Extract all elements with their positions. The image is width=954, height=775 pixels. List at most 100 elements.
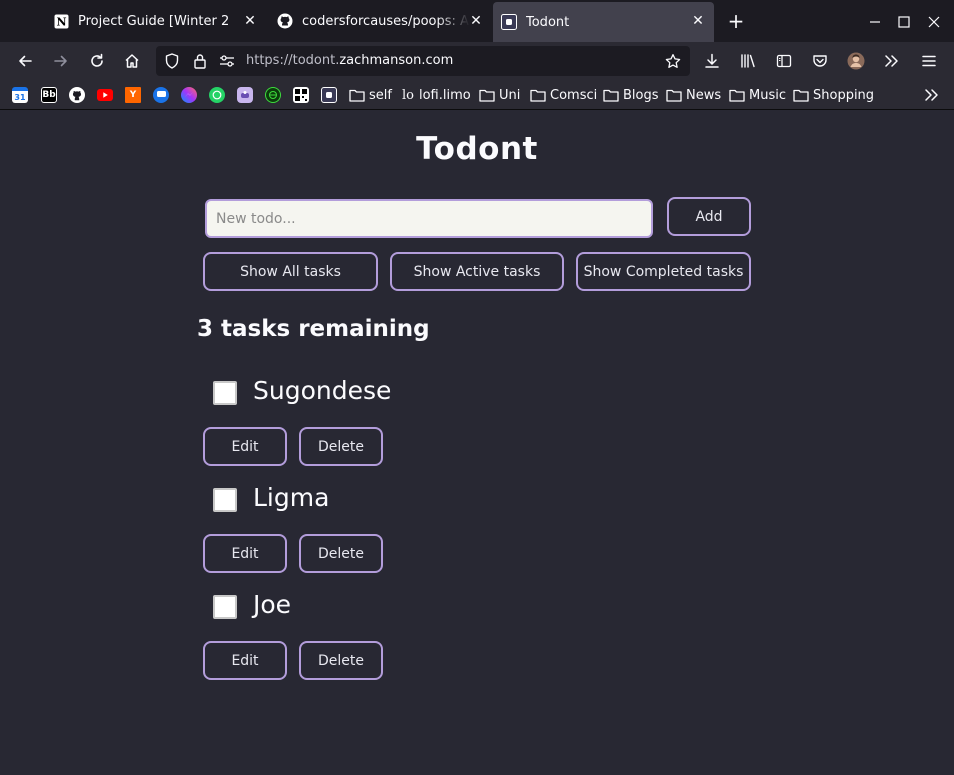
bookmark-label: Music — [749, 87, 786, 103]
downloads-icon[interactable] — [700, 49, 724, 73]
bookmark-star-icon[interactable] — [665, 53, 681, 69]
edit-button[interactable]: Edit — [203, 427, 287, 466]
library-icon[interactable] — [736, 49, 760, 73]
close-window-icon[interactable] — [922, 10, 946, 34]
bookmark-folder-self[interactable]: self — [349, 87, 392, 103]
bookmark-folder-shopping[interactable]: Shopping — [793, 87, 874, 103]
notion-icon: N — [53, 13, 69, 29]
url-bar[interactable]: https://todont.zachmanson.com — [156, 46, 690, 76]
todont-icon — [321, 87, 337, 103]
todont-bookmark[interactable] — [321, 87, 337, 103]
delete-button[interactable]: Delete — [299, 534, 383, 573]
hacker-news-bookmark[interactable]: Y — [125, 87, 141, 103]
app-icon — [237, 87, 253, 103]
maximize-icon[interactable] — [892, 10, 916, 34]
github-icon — [69, 87, 85, 103]
reload-icon[interactable] — [85, 49, 109, 73]
task-checkbox[interactable] — [213, 381, 237, 405]
delete-button[interactable]: Delete — [299, 641, 383, 680]
shield-icon[interactable] — [164, 53, 180, 69]
folder-icon — [479, 89, 495, 102]
svg-text:N: N — [56, 15, 66, 28]
messenger-icon — [181, 87, 197, 103]
crypto-bookmark[interactable] — [265, 87, 281, 103]
lofi-icon: lo — [402, 87, 414, 103]
bookmark-folder-uni[interactable]: Uni — [479, 87, 520, 103]
bookmark-label: Blogs — [623, 87, 659, 103]
tab-title: codersforcauses/poops: A pro — [302, 13, 470, 29]
chat-bubble-icon — [153, 87, 169, 103]
messages-bookmark[interactable] — [153, 87, 169, 103]
bookmark-label: Uni — [499, 87, 521, 103]
todont-icon — [501, 14, 517, 30]
delete-button[interactable]: Delete — [299, 427, 383, 466]
bookmark-lofi-limo[interactable]: lo lofi.limo — [402, 87, 471, 103]
overflow-chevrons-icon[interactable] — [880, 49, 904, 73]
task-checkbox[interactable] — [213, 595, 237, 619]
blackboard-bookmark[interactable]: Bb — [41, 87, 57, 103]
whatsapp-bookmark[interactable] — [209, 87, 225, 103]
lock-icon[interactable] — [192, 53, 208, 69]
bookmark-folder-comsci[interactable]: Comsci — [530, 87, 597, 103]
forward-arrow-icon[interactable] — [49, 49, 73, 73]
new-todo-input[interactable] — [205, 199, 653, 238]
youtube-icon — [97, 87, 113, 103]
calendar-icon: 31 — [12, 87, 28, 103]
task-label[interactable]: Sugondese — [253, 376, 391, 405]
show-completed-tasks-button[interactable]: Show Completed tasks — [576, 252, 751, 291]
edit-button[interactable]: Edit — [203, 534, 287, 573]
bookmark-label: Shopping — [813, 87, 875, 103]
folder-icon — [349, 89, 365, 102]
url-text[interactable]: https://todont.zachmanson.com — [246, 53, 453, 68]
task-label[interactable]: Ligma — [253, 483, 329, 512]
home-icon[interactable] — [120, 49, 144, 73]
tab-project-guide[interactable]: N Project Guide [Winter 2022] ✕ — [44, 0, 266, 42]
edit-button[interactable]: Edit — [203, 641, 287, 680]
close-tab-icon[interactable]: ✕ — [468, 13, 484, 29]
tasks-remaining-heading: 3 tasks remaining — [197, 316, 430, 342]
youtube-bookmark[interactable] — [97, 87, 113, 103]
bookmark-folder-music[interactable]: Music — [729, 87, 786, 103]
github-icon — [277, 13, 293, 29]
minimize-icon[interactable] — [863, 10, 887, 34]
account-avatar-icon[interactable] — [844, 49, 868, 73]
bookmarks-toolbar: 31 Bb Y self lo lofi.limo Uni Comsci Blo… — [0, 80, 954, 110]
add-button[interactable]: Add — [667, 197, 751, 236]
tab-title: Todont — [526, 14, 570, 30]
github-bookmark[interactable] — [69, 87, 85, 103]
y-combinator-icon: Y — [125, 87, 141, 103]
folder-icon — [603, 89, 619, 102]
folder-icon — [530, 89, 546, 102]
pocket-icon[interactable] — [808, 49, 832, 73]
permissions-icon[interactable] — [219, 53, 235, 69]
close-tab-icon[interactable]: ✕ — [242, 13, 258, 29]
bookmark-label: News — [686, 87, 722, 103]
show-active-tasks-button[interactable]: Show Active tasks — [390, 252, 564, 291]
task-label[interactable]: Joe — [253, 590, 291, 619]
globe-icon — [265, 87, 281, 103]
app-bookmark[interactable] — [237, 87, 253, 103]
new-tab-plus-icon[interactable]: + — [724, 10, 748, 34]
page-title: Todont — [416, 131, 538, 167]
sidebar-icon[interactable] — [772, 49, 796, 73]
close-tab-icon[interactable]: ✕ — [690, 13, 706, 29]
bookmarks-overflow-chevrons-icon[interactable] — [924, 87, 940, 103]
bookmark-folder-blogs[interactable]: Blogs — [603, 87, 659, 103]
bookmark-folder-news[interactable]: News — [666, 87, 721, 103]
qr-bookmark[interactable] — [293, 87, 309, 103]
tab-github[interactable]: codersforcauses/poops: A pro ✕ — [268, 0, 492, 42]
tab-title: Project Guide [Winter 2022] — [78, 13, 228, 29]
folder-icon — [793, 89, 809, 102]
show-all-tasks-button[interactable]: Show All tasks — [203, 252, 378, 291]
folder-icon — [729, 89, 745, 102]
back-arrow-icon[interactable] — [13, 49, 37, 73]
navigation-toolbar: https://todont.zachmanson.com — [0, 42, 954, 80]
url-domain: zachmanson.com — [339, 53, 454, 68]
tab-todont[interactable]: Todont ✕ — [493, 2, 714, 42]
bookmark-label: self — [369, 87, 392, 103]
messenger-bookmark[interactable] — [181, 87, 197, 103]
task-checkbox[interactable] — [213, 488, 237, 512]
menu-icon[interactable] — [917, 49, 941, 73]
google-calendar-bookmark[interactable]: 31 — [12, 87, 28, 103]
todont-app: Todont Add Show All tasks Show Active ta… — [0, 111, 954, 775]
